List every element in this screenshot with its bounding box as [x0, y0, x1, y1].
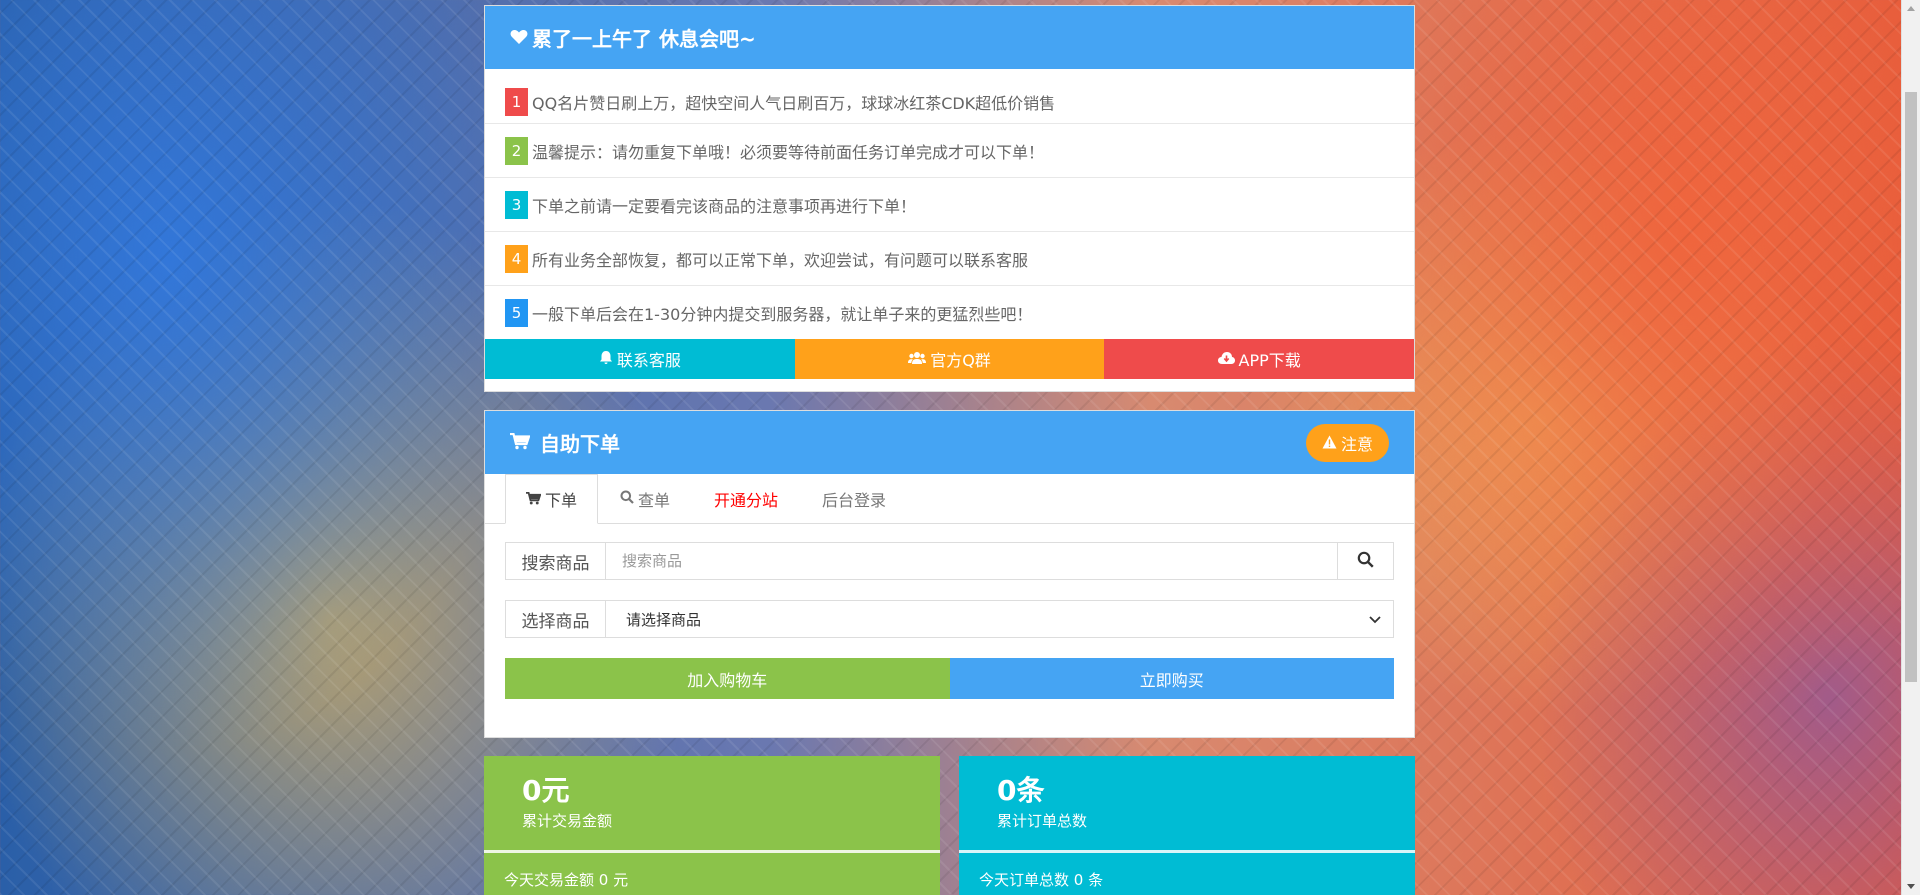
main-container: 累了一上午了 休息会吧~ 1 QQ名片赞日刷上万，超快空间人气日刷百万，球球冰红… [484, 0, 1415, 895]
search-icon [1357, 551, 1374, 572]
scroll-down-arrow-icon[interactable] [1907, 884, 1915, 889]
order-tabs: 下单 查单 开通分站 后台登录 [485, 474, 1414, 524]
tab-substation[interactable]: 开通分站 [692, 474, 800, 523]
tab-admin-login-label: 后台登录 [822, 490, 887, 510]
search-icon [620, 489, 634, 508]
stat-orders-today: 今天订单总数 0 条 [979, 871, 1104, 889]
warning-icon [1322, 434, 1337, 453]
stat-orders-label: 累计订单总数 [997, 812, 1088, 830]
tab-order-label: 下单 [545, 491, 578, 510]
stat-amount-value: 0元 [522, 774, 570, 807]
notice-number-badge: 5 [505, 298, 528, 327]
warning-button[interactable]: 注意 [1305, 424, 1389, 462]
notice-item: 4 所有业务全部恢复，都可以正常下单，欢迎尝试，有问题可以联系客服 [485, 231, 1414, 285]
contact-service-label: 联系客服 [616, 351, 681, 370]
stat-card-orders: 0条 累计订单总数 今天订单总数 0 条 [959, 756, 1415, 895]
product-select-value: 请选择商品 [626, 610, 702, 629]
qq-group-label: 官方Q群 [930, 351, 991, 370]
select-group: 选择商品 请选择商品 [505, 600, 1394, 638]
notice-number-badge: 3 [505, 190, 528, 219]
search-input[interactable] [606, 543, 1337, 579]
product-select[interactable]: 请选择商品 [606, 601, 1393, 637]
search-button[interactable] [1337, 543, 1393, 579]
notice-list: 1 QQ名片赞日刷上万，超快空间人气日刷百万，球球冰红茶CDK超低价销售 2 温… [485, 69, 1414, 339]
tab-query[interactable]: 查单 [598, 474, 692, 523]
app-download-button[interactable]: APP下载 [1104, 339, 1415, 379]
warning-label: 注意 [1340, 435, 1373, 454]
shopping-cart-icon [510, 431, 531, 455]
order-action-row: 加入购物车 立即购买 [505, 658, 1394, 699]
tab-query-label: 查单 [638, 490, 671, 510]
scroll-up-arrow-icon[interactable] [1907, 6, 1915, 11]
notice-number-badge: 4 [505, 244, 528, 273]
notice-item: 3 下单之前请一定要看完该商品的注意事项再进行下单！ [485, 177, 1414, 231]
app-download-label: APP下载 [1238, 351, 1301, 370]
order-title: 自助下单 [540, 432, 620, 456]
chevron-down-icon [1369, 610, 1381, 628]
stat-amount-label: 累计交易金额 [522, 812, 613, 830]
tab-order[interactable]: 下单 [505, 474, 599, 524]
stat-amount-today: 今天交易金额 0 元 [504, 871, 629, 889]
notice-text: 温馨提示：请勿重复下单哦！必须要等待前面任务订单完成才可以下单！ [532, 142, 1045, 162]
notice-heading: 累了一上午了 休息会吧~ [485, 6, 1414, 69]
notice-title: 累了一上午了 休息会吧~ [532, 27, 756, 51]
add-to-cart-button[interactable]: 加入购物车 [505, 658, 950, 699]
heart-icon [510, 26, 528, 50]
notice-button-row: 联系客服 官方Q群 APP下载 [485, 339, 1415, 379]
tab-admin-login[interactable]: 后台登录 [800, 474, 908, 523]
search-addon-label: 搜索商品 [506, 543, 606, 579]
buy-now-button[interactable]: 立即购买 [949, 658, 1394, 699]
scroll-thumb[interactable] [1905, 92, 1917, 682]
notice-number-badge: 1 [505, 88, 528, 116]
notice-panel: 累了一上午了 休息会吧~ 1 QQ名片赞日刷上万，超快空间人气日刷百万，球球冰红… [484, 5, 1415, 392]
tab-substation-label: 开通分站 [714, 490, 779, 510]
contact-service-button[interactable]: 联系客服 [485, 339, 795, 379]
notice-text: 所有业务全部恢复，都可以正常下单，欢迎尝试，有问题可以联系客服 [532, 250, 1029, 270]
stat-orders-value: 0条 [997, 774, 1045, 807]
stat-card-amount: 0元 累计交易金额 今天交易金额 0 元 [484, 756, 940, 895]
notice-item: 1 QQ名片赞日刷上万，超快空间人气日刷百万，球球冰红茶CDK超低价销售 [485, 69, 1414, 123]
qq-group-button[interactable]: 官方Q群 [794, 339, 1105, 379]
notice-number-badge: 2 [505, 136, 528, 165]
order-panel: 自助下单 注意 下单 查单 开通分站 后台登录 搜索商品 搜索商品 选择商品 请… [484, 410, 1415, 738]
notice-item: 5 一般下单后会在1-30分钟内提交到服务器，就让单子来的更猛烈些吧！ [485, 285, 1414, 339]
notice-item: 2 温馨提示：请勿重复下单哦！必须要等待前面任务订单完成才可以下单！ [485, 123, 1414, 177]
users-icon [908, 350, 927, 369]
search-group: 搜索商品 [505, 542, 1394, 580]
select-addon-label: 选择商品 [506, 601, 606, 637]
notice-text: 下单之前请一定要看完该商品的注意事项再进行下单！ [532, 196, 917, 216]
order-form: 搜索商品 选择商品 请选择商品 加入购物车 [485, 524, 1414, 737]
shopping-cart-icon [526, 490, 542, 509]
notice-text: QQ名片赞日刷上万，超快空间人气日刷百万，球球冰红茶CDK超低价销售 [532, 94, 1056, 113]
cloud-download-icon [1217, 350, 1235, 369]
notice-text: 一般下单后会在1-30分钟内提交到服务器，就让单子来的更猛烈些吧！ [532, 304, 1033, 324]
stats-row: 0元 累计交易金额 今天交易金额 0 元 0条 累计订单总数 今天订单总数 0 … [484, 756, 1415, 895]
page-scrollbar[interactable] [1901, 0, 1920, 895]
order-heading: 自助下单 注意 [485, 411, 1414, 474]
bell-icon [599, 350, 613, 369]
